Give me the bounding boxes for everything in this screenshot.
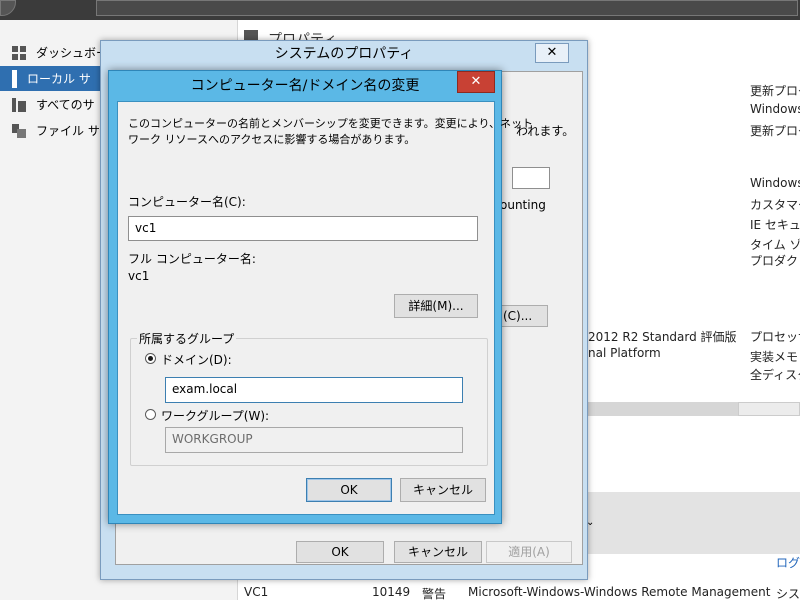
- os-edition-text: 2012 R2 Standard 評価版: [588, 330, 737, 344]
- workgroup-input[interactable]: WORKGROUP: [165, 427, 463, 453]
- computer-name-body: このコンピューターの名前とメンバーシップを変更できます。変更により、ネット ワー…: [117, 101, 533, 515]
- cancel-button[interactable]: キャンセル: [394, 541, 482, 563]
- ok-button[interactable]: OK: [306, 478, 392, 502]
- event-level: 警告: [422, 587, 447, 600]
- member-of-groupbox: 所属するグループ ドメイン(D): exam.local ワークグループ(W):…: [130, 330, 488, 466]
- log-link[interactable]: ログ: [776, 554, 800, 571]
- right-text: タイム ゾー: [750, 238, 800, 252]
- right-text: 更新プログ: [750, 84, 800, 98]
- event-source: Microsoft-Windows-Windows Remote Managem…: [468, 585, 771, 599]
- right-text: 全ディスク領: [750, 368, 800, 382]
- right-text: プロダクト I: [750, 254, 800, 268]
- computer-name-input[interactable]: vc1: [128, 216, 478, 241]
- computer-name-dialog: コンピューター名/ドメイン名の変更 ✕ このコンピューターの名前とメンバーシップ…: [108, 70, 533, 524]
- sidebar-item-label: ダッシュボー: [36, 46, 109, 60]
- local-server-icon: [12, 69, 17, 88]
- event-category: シス: [776, 587, 800, 600]
- full-computer-name-label: フル コンピューター名:: [128, 252, 256, 266]
- back-icon[interactable]: [0, 0, 16, 16]
- table-row[interactable]: VC1 10149 警告 Microsoft-Windows-Windows R…: [238, 582, 800, 600]
- events-header-panel: [586, 492, 800, 554]
- ok-button[interactable]: OK: [296, 541, 384, 563]
- domain-radio[interactable]: [145, 353, 156, 364]
- right-text: IE セキュリ: [750, 218, 800, 232]
- dialog-title: システムのプロパティ: [274, 46, 414, 62]
- full-computer-name-value: vc1: [128, 269, 150, 283]
- server-manager-title-bar: [0, 0, 800, 20]
- right-text: 更新プログ: [750, 124, 800, 138]
- description-input[interactable]: [512, 167, 550, 189]
- accounting-fragment: ounting: [500, 198, 546, 212]
- description-text: このコンピューターの名前とメンバーシップを変更できます。変更により、ネット: [128, 117, 534, 130]
- domain-radio-label[interactable]: ドメイン(D):: [161, 351, 232, 368]
- right-text: Windows: [750, 102, 800, 116]
- file-services-icon: [12, 123, 26, 138]
- sidebar-item-label: ファイル サ: [36, 124, 100, 138]
- description-text: ワーク リソースへのアクセスに影響する場合があります。: [128, 133, 416, 146]
- dashboard-icon: [12, 45, 26, 60]
- computer-name-label: コンピューター名(C):: [128, 195, 246, 209]
- breadcrumb-bar: [96, 0, 798, 16]
- close-button[interactable]: ✕: [457, 71, 495, 93]
- right-text: 実装メモリ: [750, 350, 800, 364]
- event-id: 10149: [372, 585, 411, 599]
- sidebar-item-label: すべてのサ: [36, 98, 95, 112]
- domain-input[interactable]: exam.local: [165, 377, 463, 403]
- change-button[interactable]: (C)...: [500, 305, 548, 327]
- apply-button[interactable]: 適用(A): [486, 541, 572, 563]
- scrollbar-thumb[interactable]: [738, 402, 800, 416]
- dialog-title: コンピューター名/ドメイン名の変更: [190, 78, 420, 94]
- platform-text: nal Platform: [588, 346, 661, 360]
- close-button[interactable]: ✕: [535, 43, 569, 63]
- sidebar-item-label: ローカル サ: [27, 72, 91, 86]
- workgroup-radio[interactable]: [145, 409, 156, 420]
- all-servers-icon: [12, 97, 26, 112]
- workgroup-radio-label[interactable]: ワークグループ(W):: [161, 407, 269, 424]
- right-text: プロセッサ: [750, 330, 800, 344]
- right-text: Windows: [750, 176, 800, 190]
- details-button[interactable]: 詳細(M)...: [394, 294, 478, 318]
- event-server: VC1: [244, 585, 269, 599]
- scrollbar-track[interactable]: [588, 402, 738, 416]
- right-text: カスタマー: [750, 198, 800, 212]
- groupbox-legend: 所属するグループ: [137, 330, 237, 347]
- cancel-button[interactable]: キャンセル: [400, 478, 486, 502]
